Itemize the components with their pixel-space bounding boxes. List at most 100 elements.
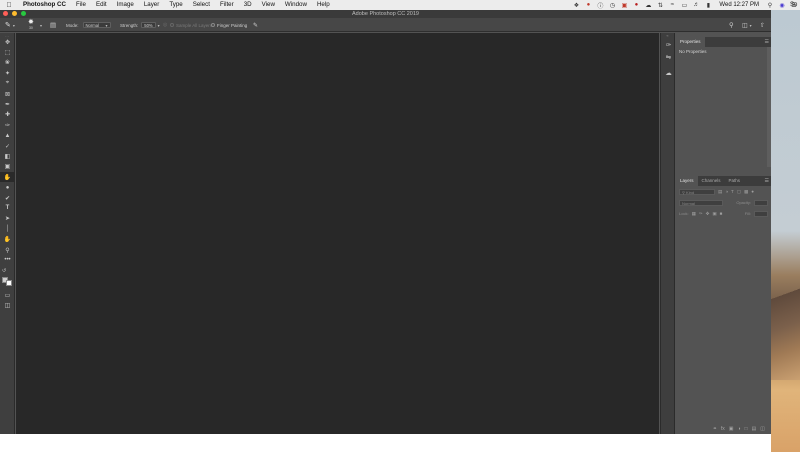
- apple-icon[interactable]: : [0, 2, 18, 9]
- menu-type[interactable]: Type: [164, 0, 187, 10]
- tab-paths[interactable]: Paths: [725, 176, 745, 186]
- menu-view[interactable]: View: [257, 0, 280, 10]
- brush-settings-icon[interactable]: ▤: [50, 21, 56, 29]
- menu-image[interactable]: Image: [112, 0, 139, 10]
- swap-colors-icon[interactable]: ↺: [0, 266, 15, 276]
- history-brush-tool-icon[interactable]: ✓: [0, 141, 15, 151]
- brush-preset-picker[interactable]: ✸ 30: [28, 18, 34, 32]
- frame-tool-icon[interactable]: ⊠: [0, 89, 15, 99]
- siri-icon[interactable]: ◉: [776, 0, 788, 10]
- crop-tool-icon[interactable]: ⌖: [0, 79, 15, 89]
- tool-preset-picker[interactable]: ✎ ▾: [5, 18, 15, 32]
- filter-image-icon[interactable]: ▤: [718, 189, 722, 195]
- new-group-icon[interactable]: □: [745, 426, 748, 432]
- tab-channels[interactable]: Channels: [698, 176, 725, 186]
- filter-shape-icon[interactable]: ▢: [737, 189, 741, 195]
- dropbox-icon[interactable]: ❖: [570, 0, 582, 10]
- layer-style-icon[interactable]: fx: [721, 426, 725, 432]
- opacity-input[interactable]: [754, 199, 768, 206]
- finger-painting-checkbox[interactable]: [211, 23, 215, 27]
- hand-tool-icon[interactable]: ✋: [0, 234, 15, 244]
- adjustment-layer-icon[interactable]: ◑: [737, 426, 740, 432]
- menu-help[interactable]: Help: [312, 0, 335, 10]
- edit-toolbar-icon[interactable]: •••: [0, 255, 15, 265]
- fill-input[interactable]: [754, 210, 768, 217]
- menu-file[interactable]: File: [71, 0, 91, 10]
- quick-mask-icon[interactable]: ▭: [0, 290, 15, 300]
- mode-select[interactable]: Normal ▾: [82, 22, 111, 28]
- battery-icon[interactable]: ▮: [702, 0, 714, 10]
- glyphs-panel-icon[interactable]: ☁: [661, 67, 676, 79]
- extension-icon[interactable]: ▣: [618, 0, 630, 10]
- smudge-tool-icon[interactable]: ✋: [0, 172, 15, 183]
- panel-menu-icon[interactable]: ☰: [763, 37, 771, 47]
- clone-stamp-tool-icon[interactable]: ▲: [0, 131, 15, 141]
- bluetooth-icon[interactable]: ⇅: [654, 0, 666, 10]
- volume-icon[interactable]: ♬: [690, 0, 702, 10]
- brush-settings-panel-icon[interactable]: ✑: [661, 39, 676, 51]
- creative-cloud-icon[interactable]: ●: [582, 0, 594, 10]
- eyedropper-tool-icon[interactable]: ✒: [0, 99, 15, 109]
- lock-position-icon[interactable]: ✥: [706, 211, 710, 217]
- lock-all-icon[interactable]: ■: [720, 211, 723, 216]
- new-layer-icon[interactable]: ▤: [752, 426, 757, 432]
- menu-clock[interactable]: Wed 12:27 PM: [714, 2, 764, 8]
- spotlight-icon[interactable]: ⚲: [764, 0, 776, 10]
- delete-layer-icon[interactable]: ◫: [760, 426, 765, 432]
- tab-layers[interactable]: Layers: [676, 176, 698, 186]
- rectangle-tool-icon[interactable]: │: [0, 224, 15, 234]
- tab-properties[interactable]: Properties: [676, 37, 705, 47]
- menu-edit[interactable]: Edit: [91, 0, 112, 10]
- document-canvas-area[interactable]: [16, 33, 659, 434]
- gradient-tool-icon[interactable]: ▣: [0, 162, 15, 172]
- path-selection-tool-icon[interactable]: ➤: [0, 214, 15, 224]
- panel-menu-icon[interactable]: ☰: [763, 176, 771, 186]
- share-icon[interactable]: ⇧: [760, 22, 765, 29]
- menu-filter[interactable]: Filter: [215, 0, 239, 10]
- menu-select[interactable]: Select: [188, 0, 215, 10]
- chevron-down-icon[interactable]: ▾: [40, 23, 42, 28]
- background-color-swatch[interactable]: [6, 279, 12, 286]
- sample-all-layers-checkbox[interactable]: [170, 23, 174, 27]
- add-mask-icon[interactable]: ▣: [729, 426, 734, 432]
- wifi-icon[interactable]: ≈: [666, 0, 678, 10]
- pressure-icon[interactable]: ◎: [163, 22, 167, 28]
- screen-mode-icon[interactable]: ◫: [0, 301, 15, 311]
- filter-type-icon[interactable]: T: [731, 189, 734, 194]
- filter-smart-object-icon[interactable]: ▩: [744, 189, 748, 195]
- adjustments-panel-icon[interactable]: ⇋: [661, 51, 676, 63]
- lock-paint-icon[interactable]: ✑: [699, 211, 703, 217]
- sync-icon[interactable]: ⓘ: [594, 0, 606, 10]
- menu-3d[interactable]: 3D: [239, 0, 257, 10]
- menu-window[interactable]: Window: [280, 0, 312, 10]
- dodge-tool-icon[interactable]: ●: [0, 182, 15, 192]
- healing-brush-tool-icon[interactable]: ✚: [0, 110, 15, 120]
- workspace-icon[interactable]: ◫: [742, 22, 748, 29]
- lock-pixels-icon[interactable]: ▦: [692, 211, 696, 217]
- menu-app-name[interactable]: Photoshop CC: [18, 0, 71, 10]
- link-layers-icon[interactable]: ⚭: [713, 426, 717, 432]
- move-tool-icon[interactable]: ✥: [0, 37, 15, 47]
- pressure-size-icon[interactable]: ✎: [253, 22, 258, 29]
- filter-toggle-icon[interactable]: ●: [751, 189, 754, 194]
- menu-layer[interactable]: Layer: [139, 0, 164, 10]
- layer-filter-kind[interactable]: ⚲ Kind: [679, 188, 715, 195]
- record-icon[interactable]: ●: [630, 0, 642, 10]
- filter-adjustment-icon[interactable]: ◑: [725, 189, 728, 194]
- lasso-tool-icon[interactable]: ❀: [0, 58, 15, 68]
- eraser-tool-icon[interactable]: ◧: [0, 151, 15, 161]
- strength-input[interactable]: 50%: [141, 22, 156, 28]
- brush-tool-icon[interactable]: ✑: [0, 120, 15, 130]
- blend-mode-select[interactable]: Normal: [679, 199, 723, 206]
- cloud-icon[interactable]: ☁: [642, 0, 654, 10]
- zoom-tool-icon[interactable]: ⚲: [0, 245, 15, 255]
- airplay-icon[interactable]: ▭: [678, 0, 690, 10]
- chevron-down-icon[interactable]: ▾: [158, 23, 160, 28]
- chevron-down-icon[interactable]: ▾: [750, 23, 752, 28]
- color-swatches[interactable]: [0, 276, 15, 286]
- lock-artboard-icon[interactable]: ▣: [712, 211, 716, 217]
- pen-tool-icon[interactable]: ✔: [0, 193, 15, 203]
- backup-icon[interactable]: ◷: [606, 0, 618, 10]
- quick-selection-tool-icon[interactable]: ✦: [0, 68, 15, 78]
- search-icon[interactable]: ⚲: [729, 21, 734, 29]
